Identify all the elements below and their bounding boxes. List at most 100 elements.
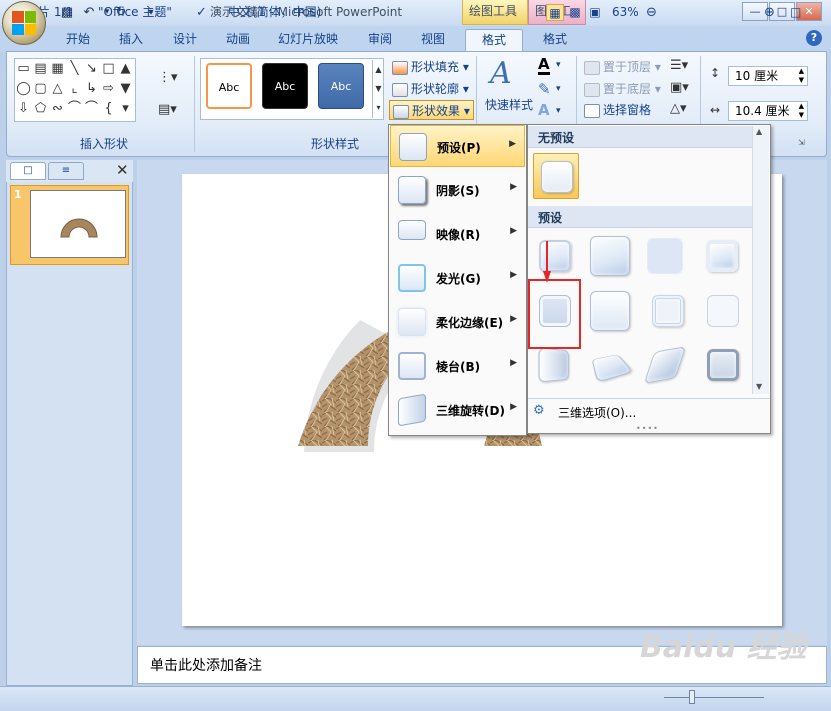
preset-3[interactable] <box>642 233 688 279</box>
preset-none[interactable] <box>533 153 579 199</box>
slideshow-view-icon[interactable]: ▣ <box>586 4 604 21</box>
rotate-icon[interactable]: △▾ <box>670 101 687 116</box>
styles-scroll-icon[interactable]: ▲ ▼ ▾ <box>372 60 384 118</box>
preset-4[interactable] <box>699 233 745 279</box>
quick-styles-button[interactable]: 快速样式 <box>485 96 533 113</box>
tab-animations[interactable]: 动画 <box>218 29 258 51</box>
shape-outline-button[interactable]: 形状轮廓 ▾ <box>392 79 469 99</box>
text-box-icon[interactable]: ▤▾ <box>158 102 177 117</box>
normal-view-icon[interactable]: ▦ <box>546 4 564 21</box>
scribble-shape-icon[interactable]: ∾ <box>49 99 66 119</box>
brace-shape-icon[interactable]: { <box>100 99 117 119</box>
zoom-slider-track[interactable] <box>664 697 764 698</box>
tab-slideshow[interactable]: 幻灯片放映 <box>270 29 346 51</box>
shapes-gallery[interactable]: ▭ ▤ ▦ ╲ ↘ □ ▲ ◯ ▢ △ ⌞ ↳ ⇨ ▼ ⇩ ⬠ ∾ ⌒ ⌒ { … <box>14 58 136 122</box>
slide-sorter-icon[interactable]: ▩ <box>566 4 584 21</box>
line-shape-icon[interactable]: ╲ <box>66 59 83 79</box>
menu-item-soft-edges[interactable]: 柔化边缘(E) ▶ <box>390 301 525 343</box>
style-sample-orange-outline[interactable]: Abc <box>206 63 252 109</box>
wordart-icon[interactable]: A <box>490 56 512 91</box>
elbow-arrow-connector-icon[interactable]: ↳ <box>83 79 100 99</box>
align-icon[interactable]: ☰▾ <box>670 58 688 73</box>
rounded-rect-shape-icon[interactable]: ▢ <box>32 79 49 99</box>
fit-to-window-icon[interactable]: □ <box>790 4 801 21</box>
text-effects-icon[interactable]: A <box>538 101 550 119</box>
zoom-level[interactable]: 63% <box>612 4 639 21</box>
preset-10[interactable] <box>587 342 634 388</box>
send-to-back-button[interactable]: 置于底层 ▾ <box>584 79 661 99</box>
text-effects-dropdown-icon[interactable]: ▾ <box>556 106 561 116</box>
text-fill-dropdown-icon[interactable]: ▾ <box>556 60 561 70</box>
resize-grip-icon[interactable]: •••• <box>636 424 659 433</box>
scroll-up-icon[interactable]: ▲ <box>756 127 762 136</box>
preset-8[interactable] <box>700 288 746 334</box>
office-button[interactable] <box>2 1 46 45</box>
bring-to-front-button[interactable]: 置于顶层 ▾ <box>584 57 661 77</box>
menu-item-shadow[interactable]: 阴影(S) ▶ <box>390 169 525 211</box>
style-sample-black-fill[interactable]: Abc <box>262 63 308 109</box>
preset-7[interactable] <box>645 288 691 334</box>
height-input[interactable]: 10 厘米 ▲ ▼ <box>728 66 808 86</box>
vertical-textbox-shape-icon[interactable]: ▦ <box>49 59 66 79</box>
curve-shape-icon[interactable]: ⌒ <box>66 99 83 119</box>
menu-item-reflection[interactable]: 映像(R) ▶ <box>390 213 525 255</box>
selection-pane-button[interactable]: 选择窗格 <box>584 100 651 120</box>
tab-insert[interactable]: 插入 <box>111 29 151 51</box>
tab-picture-format[interactable]: 格式 <box>535 29 575 51</box>
outline-tab-icon[interactable]: ≡ <box>48 162 84 180</box>
down-arrow-shape-icon[interactable]: ⇩ <box>15 99 32 119</box>
height-spinner-icon[interactable]: ▲ ▼ <box>799 67 804 85</box>
menu-item-preset[interactable]: 预设(P) ▶ <box>390 125 525 167</box>
preset-11[interactable] <box>642 342 688 388</box>
arc-shape-icon[interactable]: ⌒ <box>83 99 100 119</box>
rectangle-shape-icon[interactable]: ▭ <box>15 59 32 79</box>
gallery-scroll-icon[interactable]: ▼ <box>117 79 134 99</box>
tab-view[interactable]: 视图 <box>413 29 453 51</box>
tab-home[interactable]: 开始 <box>58 29 98 51</box>
size-dialog-launcher-icon[interactable]: ⇲ <box>798 138 805 147</box>
gallery-more-icon[interactable]: ▲ <box>117 59 134 79</box>
menu-item-glow[interactable]: 发光(G) ▶ <box>390 257 525 299</box>
gallery-scrollbar[interactable] <box>752 126 769 394</box>
help-icon[interactable]: ? <box>806 30 822 46</box>
zoom-out-icon[interactable]: ⊖ <box>646 4 657 21</box>
text-fill-icon[interactable]: A <box>538 56 550 75</box>
tab-design[interactable]: 设计 <box>165 29 205 51</box>
text-outline-dropdown-icon[interactable]: ▾ <box>556 84 561 94</box>
textbox-shape-icon[interactable]: ▤ <box>32 59 49 79</box>
menu-item-bevel[interactable]: 棱台(B) ▶ <box>390 345 525 387</box>
style-sample-blue-fill[interactable]: Abc <box>318 63 364 109</box>
elbow-connector-icon[interactable]: ⌞ <box>66 79 83 99</box>
preset-2[interactable] <box>587 233 633 279</box>
arrow-line-shape-icon[interactable]: ↘ <box>83 59 100 79</box>
tab-review[interactable]: 审阅 <box>360 29 400 51</box>
width-spinner-icon[interactable]: ▲ ▼ <box>799 102 804 120</box>
spell-check-icon[interactable]: ✓ <box>196 4 207 21</box>
text-outline-icon[interactable]: ✎ <box>538 80 551 98</box>
tab-drawing-format[interactable]: 格式 <box>465 29 523 51</box>
slides-tab-icon[interactable]: □ <box>10 162 46 180</box>
right-arrow-shape-icon[interactable]: ⇨ <box>100 79 117 99</box>
zoom-slider-thumb[interactable] <box>689 690 695 704</box>
shape-fill-button[interactable]: 形状填充 ▾ <box>392 57 469 77</box>
close-pane-icon[interactable]: ✕ <box>116 161 129 179</box>
oval-shape-icon[interactable]: ◯ <box>15 79 32 99</box>
preset-1[interactable] <box>532 233 578 279</box>
width-input[interactable]: 10.4 厘米 ▲ ▼ <box>728 101 808 121</box>
rectangle2-shape-icon[interactable]: □ <box>100 59 117 79</box>
undo-icon[interactable]: ↶ <box>80 4 98 21</box>
shape-effects-button[interactable]: 形状效果 ▾ <box>389 100 474 120</box>
3d-options-item[interactable]: 三维选项(O)... <box>528 398 770 424</box>
pentagon-shape-icon[interactable]: ⬠ <box>32 99 49 119</box>
triangle-shape-icon[interactable]: △ <box>49 79 66 99</box>
preset-6[interactable] <box>587 288 633 334</box>
menu-item-3d-rotation[interactable]: 三维旋转(D) ▶ <box>390 389 525 431</box>
edit-shape-icon[interactable]: ⋮▾ <box>158 70 178 85</box>
menu-item-3d-rotation-label: 三维旋转(D) <box>436 404 505 418</box>
preset-12[interactable] <box>700 342 746 388</box>
office-logo-icon <box>12 11 36 35</box>
gallery-expand-icon[interactable]: ▾ <box>117 99 134 119</box>
scroll-down-icon[interactable]: ▼ <box>756 382 762 391</box>
group-icon[interactable]: ▣▾ <box>670 80 689 95</box>
zoom-in-icon[interactable]: ⊕ <box>764 4 775 21</box>
